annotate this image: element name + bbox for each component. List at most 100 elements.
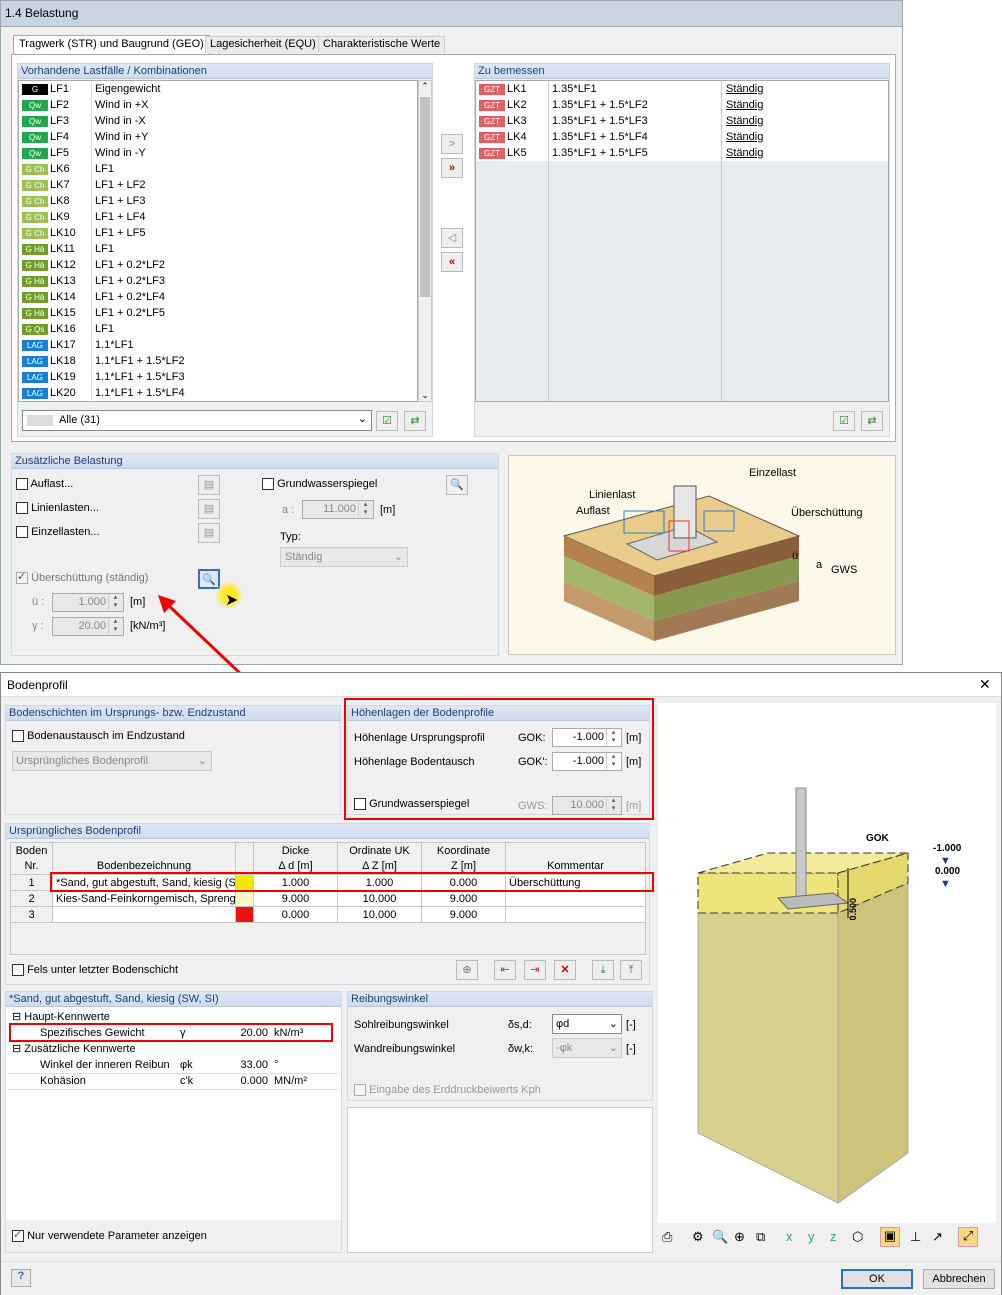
design-type[interactable]: Ständig xyxy=(726,129,763,145)
display-icon[interactable]: ⧉ xyxy=(756,1229,765,1245)
koh-row[interactable]: Kohäsion c'k 0.000 MN/m² xyxy=(8,1074,338,1090)
loadcase-item[interactable]: G LF1 Eigengewicht xyxy=(19,81,417,97)
loadcase-list[interactable]: G LF1 Eigengewicht Qw LF2 Wind in +X Qw LF3 Wind… xyxy=(18,80,418,402)
append-row-icon[interactable]: ⇥ xyxy=(524,960,546,980)
sohl-select[interactable]: φd ⌄ xyxy=(552,1014,622,1034)
tab-str-geo[interactable]: Tragwerk (STR) und Baugrund (GEO) xyxy=(13,35,210,54)
select-all-icon[interactable]: ☑ xyxy=(833,411,855,431)
gws-option[interactable]: Grundwasserspiegel xyxy=(262,478,377,491)
cell-bez[interactable] xyxy=(52,906,236,923)
move-left-icon[interactable]: ◁ xyxy=(441,228,463,248)
loadcase-item[interactable]: G Ch LK9 LF1 + LF4 xyxy=(19,209,417,225)
library-icon[interactable]: ⊕ xyxy=(456,960,478,980)
table-row[interactable]: 2 Kies-Sand-Feinkorngemisch, Sprengu 9.000… xyxy=(10,890,646,907)
loadcase-item[interactable]: G Hä LK13 LF1 + 0.2*LF3 xyxy=(19,273,417,289)
dimension-icon[interactable]: ⤢ xyxy=(958,1227,978,1247)
view-x-icon[interactable]: x xyxy=(786,1229,793,1244)
select-all-icon[interactable]: ☑ xyxy=(376,411,398,431)
scroll-up-icon[interactable]: ⌃ xyxy=(419,81,431,92)
move-all-left-icon[interactable]: « xyxy=(441,252,463,272)
settings-icon[interactable]: ⚙ xyxy=(692,1229,704,1245)
loadcase-item[interactable]: G Ch LK6 LF1 xyxy=(19,161,417,177)
koh-value[interactable]: 0.000 xyxy=(208,1075,268,1087)
rotate-icon[interactable]: ↗ xyxy=(932,1229,943,1245)
loadcase-item[interactable]: LAG LK18 1.1*LF1 + 1.5*LF2 xyxy=(19,353,417,369)
gamma-input[interactable]: 20.00 xyxy=(52,617,124,636)
loadcase-item[interactable]: Qw LF5 Wind in -Y xyxy=(19,145,417,161)
einzellasten-option[interactable]: Einzellasten... xyxy=(16,526,100,539)
view-z-icon[interactable]: z xyxy=(830,1229,837,1244)
gws-checkbox[interactable] xyxy=(262,478,274,491)
import-icon[interactable]: ⤓ xyxy=(592,960,614,980)
move-right-icon[interactable]: > xyxy=(441,134,463,154)
delete-row-icon[interactable]: ✕ xyxy=(554,960,576,980)
design-item[interactable]: GZT LK3 1.35*LF1 + 1.5*LF3 Ständig xyxy=(476,113,888,129)
loadcase-item[interactable]: G Qs LK16 LF1 xyxy=(19,321,417,337)
edit-auflast-icon[interactable]: ▤ xyxy=(198,475,220,495)
design-item[interactable]: GZT LK2 1.35*LF1 + 1.5*LF2 Ständig xyxy=(476,97,888,113)
tab-char[interactable]: Charakteristische Werte xyxy=(318,36,446,53)
auflast-checkbox[interactable] xyxy=(16,478,28,491)
kph-checkbox[interactable] xyxy=(354,1084,366,1097)
cell-dicke[interactable]: 0.000 xyxy=(253,906,338,923)
help-icon[interactable]: ? xyxy=(11,1269,31,1287)
zoom-all-icon[interactable]: ⊕ xyxy=(734,1229,745,1245)
profil-select[interactable]: Ursprüngliches Bodenprofil ⌄ xyxy=(12,751,212,771)
loadcase-item[interactable]: G Hä LK11 LF1 xyxy=(19,241,417,257)
iso-view-icon[interactable]: ⬡ xyxy=(852,1229,863,1245)
invert-selection-icon[interactable]: ⇄ xyxy=(404,411,426,431)
invert-selection-icon[interactable]: ⇄ xyxy=(861,411,883,431)
soil-table[interactable]: Boden Dicke Ordinate UK Koordinate Nr. Boden… xyxy=(10,842,646,955)
zoom-icon[interactable]: 🔍 xyxy=(712,1229,728,1245)
nur-option[interactable]: Nur verwendete Parameter anzeigen xyxy=(12,1228,207,1243)
loadcase-item[interactable]: G Hä LK15 LF1 + 0.2*LF5 xyxy=(19,305,417,321)
design-item[interactable]: GZT LK5 1.35*LF1 + 1.5*LF5 Ständig xyxy=(476,145,888,161)
fels-checkbox[interactable] xyxy=(12,964,24,977)
print-icon[interactable]: ⎙ xyxy=(662,1229,672,1245)
ueberschuettung-option[interactable]: Überschüttung (ständig) xyxy=(16,570,148,585)
loadcase-item[interactable]: LAG LK17 1.1*LF1 xyxy=(19,337,417,353)
edit-linienlasten-icon[interactable]: ▤ xyxy=(198,499,220,519)
bodenaustausch-option[interactable]: Bodenaustausch im Endzustand xyxy=(12,730,185,743)
zus-node[interactable]: ⊟ Zusätzliche Kennwerte xyxy=(8,1042,338,1058)
loadcase-item[interactable]: G Ch LK7 LF1 + LF2 xyxy=(19,177,417,193)
design-type[interactable]: Ständig xyxy=(726,113,763,129)
loadcase-item[interactable]: Qw LF4 Wind in +Y xyxy=(19,129,417,145)
einzellasten-checkbox[interactable] xyxy=(16,526,28,539)
loadcase-item[interactable]: LAG LK19 1.1*LF1 + 1.5*LF3 xyxy=(19,369,417,385)
design-type[interactable]: Ständig xyxy=(726,81,763,97)
loadcase-item[interactable]: G Hä LK12 LF1 + 0.2*LF2 xyxy=(19,257,417,273)
move-all-right-icon[interactable]: » xyxy=(441,158,463,178)
view-y-icon[interactable]: y xyxy=(808,1229,815,1244)
filter-select[interactable]: Alle (31) ⌄ xyxy=(22,410,372,431)
a-input[interactable]: 11.000 xyxy=(302,500,374,519)
cancel-button[interactable]: Abbrechen xyxy=(923,1269,995,1289)
cell-color[interactable] xyxy=(235,906,254,923)
table-row[interactable]: 3 0.000 10.000 9.000 xyxy=(10,906,646,923)
loadcase-item[interactable]: Qw LF2 Wind in +X xyxy=(19,97,417,113)
loadcase-item[interactable]: G Ch LK10 LF1 + LF5 xyxy=(19,225,417,241)
linienlasten-option[interactable]: Linienlasten... xyxy=(16,502,99,515)
nur-checkbox[interactable] xyxy=(12,1228,24,1243)
linienlasten-checkbox[interactable] xyxy=(16,502,28,515)
cell-dicke[interactable]: 9.000 xyxy=(253,890,338,907)
winkel-row[interactable]: Winkel der inneren Reibun φk 33.00 ° xyxy=(8,1058,338,1074)
design-item[interactable]: GZT LK4 1.35*LF1 + 1.5*LF4 Ständig xyxy=(476,129,888,145)
bodenaustausch-checkbox[interactable] xyxy=(12,730,24,743)
loadcase-item[interactable]: LAG LK20 1.1*LF1 + 1.5*LF4 xyxy=(19,385,417,401)
insert-row-icon[interactable]: ⇤ xyxy=(494,960,516,980)
axes-icon[interactable]: ⊥ xyxy=(910,1229,921,1245)
render-mode-icon[interactable]: ▣ xyxy=(880,1227,900,1247)
scroll-thumb[interactable] xyxy=(420,97,430,297)
cell-bez[interactable]: Kies-Sand-Feinkorngemisch, Sprengu xyxy=(52,890,236,907)
cell-komm[interactable] xyxy=(505,890,646,907)
u-input[interactable]: 1.000 xyxy=(52,593,124,612)
ueberschuettung-checkbox[interactable] xyxy=(16,570,28,585)
fels-option[interactable]: Fels unter letzter Bodenschicht xyxy=(12,964,178,977)
loadcase-item[interactable]: G Ch LK8 LF1 + LF3 xyxy=(19,193,417,209)
typ-select[interactable]: Ständig ⌄ xyxy=(280,547,408,567)
cell-color[interactable] xyxy=(235,890,254,907)
tab-equ[interactable]: Lagesicherheit (EQU) xyxy=(205,36,321,53)
export-icon[interactable]: ⤒ xyxy=(620,960,642,980)
design-type[interactable]: Ständig xyxy=(726,97,763,113)
